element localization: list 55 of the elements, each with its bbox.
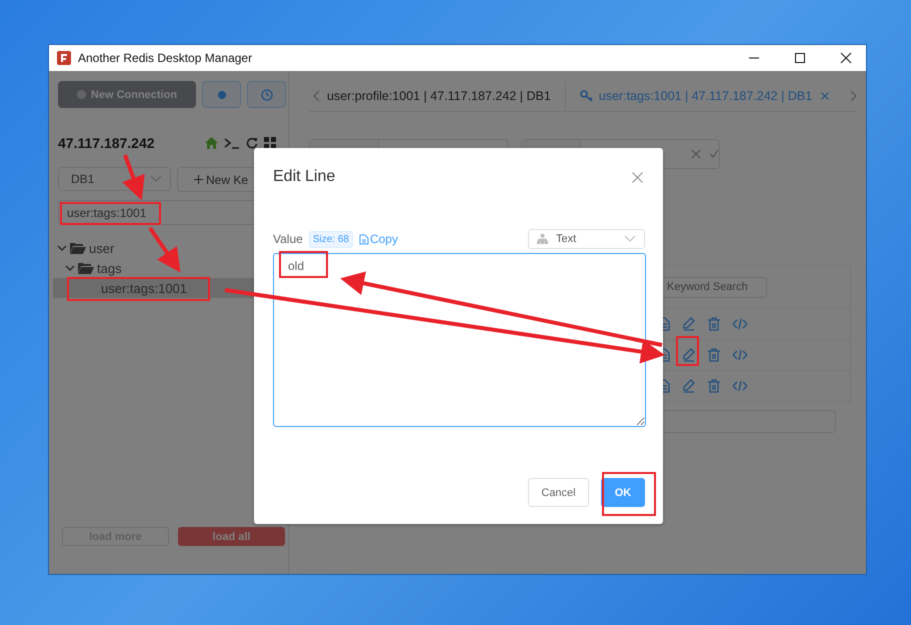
annotation-arrow (148, 226, 181, 273)
connection-host: 47.117.187.242 (58, 135, 155, 151)
close-icon[interactable] (840, 52, 852, 64)
db-select[interactable]: DB1 (58, 167, 171, 191)
refresh-icon[interactable] (246, 137, 258, 149)
key-tab[interactable]: user:tags:1001 | 47.117.187.242 | DB1 (572, 81, 844, 111)
caret-icon[interactable] (65, 263, 75, 273)
trash-icon[interactable] (708, 379, 720, 393)
load-all-button[interactable]: load all (178, 527, 285, 546)
cancel-icon[interactable] (691, 149, 701, 159)
key-icon (580, 90, 594, 102)
trash-icon[interactable] (708, 317, 720, 331)
folder-icon (78, 262, 94, 274)
annotation-box (602, 472, 656, 516)
value-textarea[interactable]: old (273, 253, 646, 427)
copy-link[interactable]: Copy (358, 232, 398, 246)
terminal-icon[interactable] (224, 137, 240, 149)
edit-icon[interactable] (683, 317, 695, 331)
document-icon (358, 234, 369, 244)
edit-icon[interactable] (683, 379, 695, 393)
cancel-button[interactable]: Cancel (528, 478, 589, 507)
grid-icon[interactable] (264, 137, 276, 149)
check-icon[interactable] (709, 149, 719, 159)
trash-icon[interactable] (708, 348, 720, 362)
home-icon[interactable] (205, 137, 218, 149)
scroll-right-icon[interactable] (849, 90, 858, 102)
code-icon[interactable] (733, 380, 747, 392)
scroll-left-icon[interactable] (313, 90, 321, 102)
ok-button[interactable]: OK (601, 478, 645, 507)
annotation-arrow (122, 154, 145, 200)
code-icon[interactable] (733, 318, 747, 330)
tree-label: user (89, 240, 114, 256)
size-tag: Size: 68 (308, 230, 353, 248)
edit-icon[interactable] (683, 348, 695, 362)
chevron-down-icon (624, 235, 636, 243)
history-button[interactable] (247, 81, 286, 108)
key-tab[interactable]: user:profile:1001 | 47.117.187.242 | DB1 (327, 81, 566, 111)
window-title: Another Redis Desktop Manager (78, 51, 252, 65)
annotation-box (676, 336, 699, 366)
tree-label: user:tags:1001 (101, 280, 188, 296)
value-label: Value (273, 232, 303, 246)
chevron-down-icon (150, 175, 162, 183)
folder-icon (70, 242, 86, 254)
caret-icon[interactable] (57, 243, 67, 253)
format-select[interactable]: Text (528, 229, 645, 249)
hierarchy-icon (537, 234, 548, 244)
plus-icon (194, 175, 203, 184)
maximize-icon[interactable] (794, 52, 806, 64)
keyword-search-field[interactable]: Keyword Search (660, 276, 767, 298)
tree-label: tags (97, 260, 122, 276)
clock-icon (260, 88, 272, 100)
settings-button[interactable] (202, 81, 241, 108)
code-icon[interactable] (733, 349, 747, 361)
annotation-box (279, 251, 328, 278)
app-logo-icon (57, 51, 71, 65)
